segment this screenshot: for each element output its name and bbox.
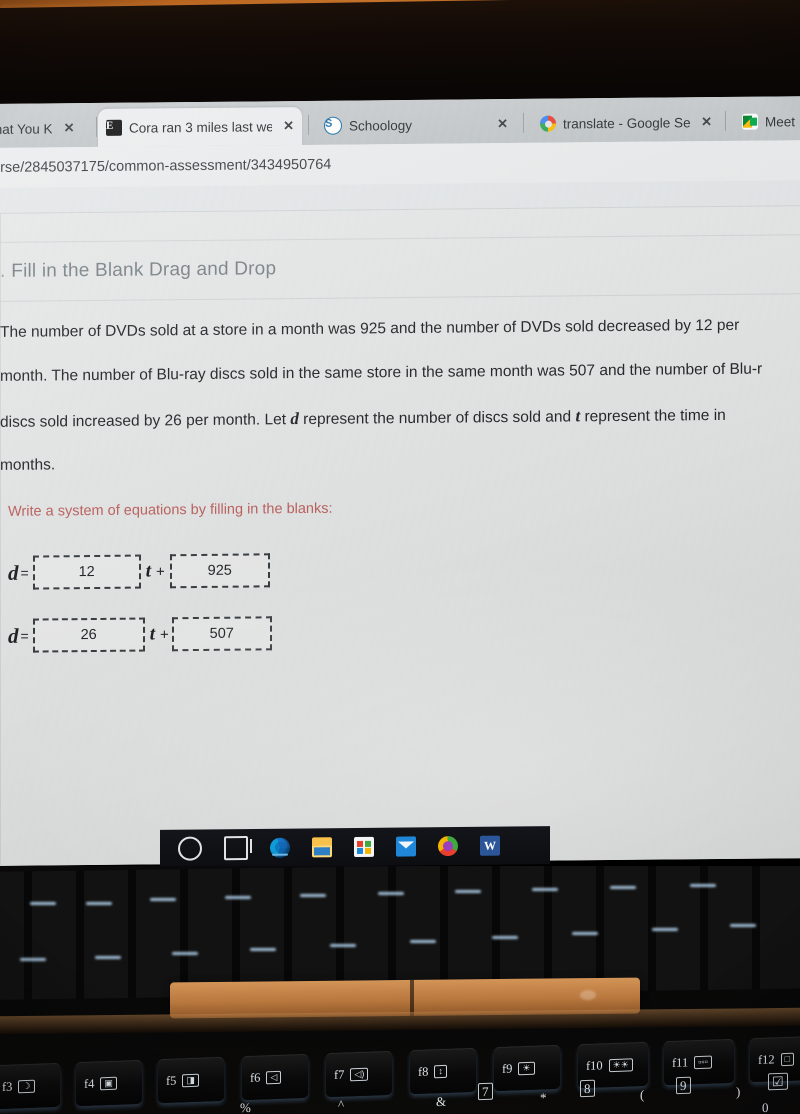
key-label: f9 (502, 1061, 513, 1076)
key-label: f10 (586, 1057, 603, 1073)
browser-tab-3[interactable]: translate - Google Sear ✕ (532, 103, 720, 143)
browser-tab-1[interactable]: E Cora ran 3 miles last we ✕ (98, 107, 302, 147)
equation-2-lhs: d (8, 623, 19, 648)
key-paren-open[interactable]: ( (640, 1087, 644, 1103)
key-asterisk[interactable]: * (540, 1090, 547, 1106)
hinge-split (410, 979, 414, 1016)
chrome-icon[interactable] (438, 836, 458, 857)
browser-tab-strip: What You K ✕ E Cora ran 3 miles last we … (0, 96, 800, 148)
equation-1-intercept-blank[interactable]: 925 (169, 553, 270, 589)
key-label: f12 (758, 1051, 775, 1067)
file-explorer-icon[interactable] (312, 837, 332, 858)
tab-title: Meet (765, 113, 796, 130)
key-9[interactable]: 9 (676, 1076, 691, 1095)
question-stem: The number of DVDs sold at a store in a … (0, 316, 800, 501)
equation-row-2: d = 26 t + 507 (8, 616, 272, 653)
hinge-highlight (580, 989, 596, 1001)
key-f9[interactable]: f9 ☀ (494, 1044, 560, 1092)
key-percent[interactable]: % (240, 1100, 251, 1114)
tab-separator (96, 116, 97, 137)
tab-separator (523, 112, 524, 133)
tab-title: Schoology (349, 117, 413, 134)
browser-tab-0[interactable]: What You K ✕ (0, 109, 92, 148)
tab-title: Cora ran 3 miles last we (129, 118, 273, 136)
page-left-rule (0, 213, 1, 866)
tab-separator (308, 114, 309, 135)
tab-title: translate - Google Sear (563, 114, 691, 131)
equation-2-variable: t (149, 623, 155, 645)
equation-1-variable: t (145, 560, 151, 582)
equation-2-intercept-blank[interactable]: 507 (171, 616, 272, 652)
equation-1-slope-blank[interactable]: 12 (32, 554, 141, 590)
key-f11[interactable]: f11 ▫▫▫ (664, 1038, 734, 1086)
keyboard-light-icon: ◨ (182, 1073, 199, 1087)
edge-icon[interactable] (270, 837, 290, 858)
question-type-label: Fill in the Blank Drag and Drop (11, 258, 277, 282)
tab-close-icon[interactable]: ✕ (701, 114, 712, 130)
key-8[interactable]: 8 (580, 1079, 595, 1098)
key-ampersand[interactable]: & (436, 1094, 446, 1110)
stem-line-3: discs sold increased by 26 per month. Le… (0, 405, 726, 431)
task-view-icon[interactable] (224, 836, 248, 861)
microsoft-store-icon[interactable] (354, 836, 374, 858)
key-check[interactable]: ☑ (768, 1072, 788, 1091)
equation-1-lhs: d (8, 560, 19, 585)
brightness-down-icon: ☀ (518, 1061, 535, 1075)
equation-1-operator: + (155, 562, 165, 580)
tab-close-icon[interactable]: ✕ (497, 116, 508, 132)
equation-row-1: d = 12 t + 925 (8, 553, 270, 590)
cortana-icon[interactable] (178, 836, 202, 861)
number-key-row: % ^ & 7 * 8 ( 9 ) 0 ☑ (0, 1072, 800, 1114)
key-caret[interactable]: ^ (338, 1097, 344, 1113)
word-icon[interactable]: W (480, 835, 500, 856)
schoology-favicon: S (324, 116, 342, 135)
airplane-mode-icon: ▫▫▫ (694, 1055, 712, 1069)
photo-scene: What You K ✕ E Cora ran 3 miles last we … (0, 0, 800, 1114)
edu-favicon: E (106, 119, 122, 136)
address-bar-url: urse/2845037175/common-assessment/343495… (0, 156, 332, 176)
key-label: f11 (672, 1054, 689, 1070)
mail-icon[interactable] (396, 836, 416, 857)
equation-2-slope-blank[interactable]: 26 (32, 617, 145, 653)
browser-tab-4[interactable]: Meet (734, 102, 800, 141)
stem-line-4: months. (0, 456, 56, 475)
variable-d: d (290, 408, 299, 428)
windows-taskbar: W (160, 826, 550, 868)
fill-instruction: Write a system of equations by filling i… (8, 500, 333, 520)
key-label: f7 (334, 1067, 345, 1082)
tab-title: What You K (0, 120, 53, 137)
key-label: f6 (250, 1070, 261, 1085)
tab-separator (725, 110, 726, 131)
key-0[interactable]: 0 (762, 1100, 769, 1114)
variable-t: t (575, 405, 581, 426)
tab-close-icon[interactable]: ✕ (64, 120, 75, 136)
question-header: . Fill in the Blank Drag and Drop (0, 234, 800, 302)
key-label: f8 (418, 1064, 429, 1079)
key-7[interactable]: 7 (478, 1082, 493, 1101)
stem-line-2: month. The number of Blu-ray discs sold … (0, 360, 763, 385)
brightness-up-icon: ☀☀ (608, 1057, 633, 1072)
tab-close-icon[interactable]: ✕ (283, 118, 294, 134)
browser-tab-2[interactable]: S Schoology ✕ (316, 105, 516, 145)
volume-down-icon: ◁) (350, 1067, 369, 1081)
print-screen-icon: □ (780, 1052, 795, 1066)
assessment-page: . Fill in the Blank Drag and Drop The nu… (0, 206, 800, 866)
google-favicon (540, 115, 556, 132)
key-paren-close[interactable]: ) (736, 1084, 740, 1100)
equation-2-operator: + (159, 625, 169, 643)
laptop-screen: What You K ✕ E Cora ran 3 miles last we … (0, 96, 800, 866)
mute-icon: ◁ (266, 1070, 282, 1084)
equation-1-equals: = (20, 564, 29, 581)
stem-line-1: The number of DVDs sold at a store in a … (0, 316, 740, 341)
google-meet-favicon (742, 113, 758, 130)
equation-2-equals: = (20, 627, 29, 644)
volume-up-icon: ↕ (434, 1064, 447, 1078)
